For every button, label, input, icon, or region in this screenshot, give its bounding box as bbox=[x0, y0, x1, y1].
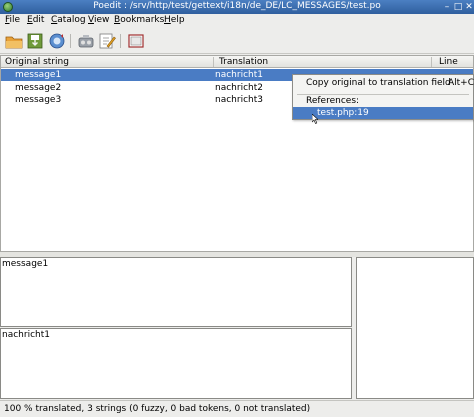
translation-text-area[interactable]: nachricht1 bbox=[0, 328, 352, 399]
title-bar[interactable]: Poedit : /srv/http/test/gettext/i18n/de_… bbox=[0, 0, 474, 14]
menu-catalog[interactable]: Catalog bbox=[51, 15, 86, 25]
minimize-icon[interactable]: – bbox=[442, 2, 452, 12]
status-bar: 100 % translated, 3 strings (0 fuzzy, 0 … bbox=[0, 400, 474, 417]
translation-text: nachricht1 bbox=[2, 330, 50, 340]
context-menu: Copy original to translation field Alt+C… bbox=[292, 74, 474, 120]
row-original: message2 bbox=[15, 83, 62, 93]
row-translation: nachricht1 bbox=[215, 70, 263, 80]
toolbar-separator bbox=[70, 34, 71, 48]
column-line[interactable]: Line bbox=[439, 57, 458, 67]
fullscreen-icon[interactable] bbox=[127, 32, 145, 50]
column-divider[interactable] bbox=[213, 57, 214, 67]
status-text: 100 % translated, 3 strings (0 fuzzy, 0 … bbox=[4, 404, 311, 414]
reference-label: test.php:19 bbox=[317, 108, 369, 118]
menu-help[interactable]: Help bbox=[164, 15, 185, 25]
toolbar bbox=[0, 28, 474, 54]
window-title: Poedit : /srv/http/test/gettext/i18n/de_… bbox=[93, 1, 381, 11]
copy-shortcut: Alt+C bbox=[448, 78, 474, 88]
maximize-icon[interactable]: □ bbox=[453, 2, 463, 12]
menu-bar: File Edit Catalog View Bookmarks Help bbox=[0, 14, 474, 28]
row-original: message1 bbox=[15, 70, 62, 80]
save-icon[interactable] bbox=[26, 32, 44, 50]
close-icon[interactable]: ✕ bbox=[464, 2, 474, 12]
toolbar-separator bbox=[120, 34, 121, 48]
references-header: References: bbox=[306, 96, 360, 106]
validate-icon[interactable] bbox=[77, 32, 95, 50]
menu-bookmarks[interactable]: Bookmarks bbox=[114, 15, 164, 25]
row-translation: nachricht2 bbox=[215, 83, 263, 93]
mouse-cursor-icon bbox=[312, 114, 318, 124]
column-divider[interactable] bbox=[431, 57, 432, 67]
reference-menu-item[interactable]: test.php:19 bbox=[293, 107, 473, 119]
menu-view[interactable]: View bbox=[88, 15, 109, 25]
column-translation[interactable]: Translation bbox=[219, 57, 268, 67]
edit-comment-icon[interactable] bbox=[98, 32, 116, 50]
column-original[interactable]: Original string bbox=[5, 57, 69, 67]
row-original: message3 bbox=[15, 95, 62, 105]
original-text-pane: message1 bbox=[0, 257, 352, 327]
copy-original-menu-item[interactable]: Copy original to translation field Alt+C bbox=[293, 77, 474, 89]
comments-pane[interactable] bbox=[356, 257, 474, 399]
list-header: Original string Translation Line bbox=[1, 56, 473, 68]
original-text: message1 bbox=[2, 259, 49, 269]
row-translation: nachricht3 bbox=[215, 95, 263, 105]
update-catalog-icon[interactable] bbox=[48, 32, 66, 50]
menu-file[interactable]: File bbox=[5, 15, 20, 25]
open-folder-icon[interactable] bbox=[5, 32, 23, 50]
copy-original-label: Copy original to translation field bbox=[306, 78, 451, 88]
menu-edit[interactable]: Edit bbox=[27, 15, 44, 25]
